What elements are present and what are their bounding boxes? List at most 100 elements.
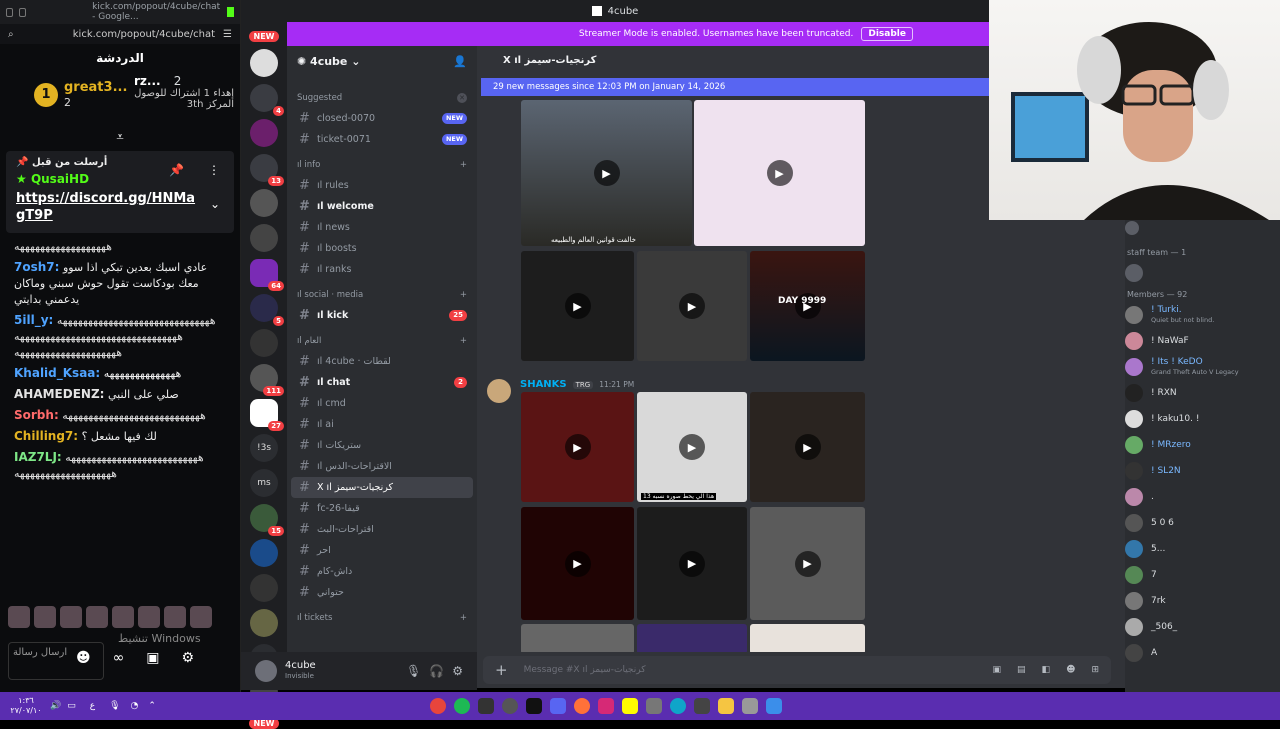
channel-item[interactable]: # fc-26-قيفا — [287, 498, 477, 519]
add-member-icon[interactable]: 👤 — [453, 55, 467, 68]
server-icon[interactable] — [250, 119, 278, 147]
server-icon[interactable] — [250, 329, 278, 357]
emote[interactable] — [190, 606, 212, 628]
server-icon[interactable] — [250, 224, 278, 252]
channel-item[interactable]: # داش-كام — [287, 561, 477, 582]
calculator-icon[interactable] — [693, 698, 710, 714]
server-icon-4cube[interactable]: 27 — [250, 399, 284, 431]
new-messages-bar[interactable]: 29 new messages since 12:03 PM on Januar… — [481, 78, 1001, 96]
chat-username[interactable]: AHAMEDENZ: — [14, 387, 104, 401]
author-avatar[interactable] — [487, 379, 511, 403]
discord-link[interactable]: https://discord.gg/HNMagT9P — [16, 190, 196, 224]
channel-item[interactable]: # ıl ranks — [287, 259, 477, 280]
member-item[interactable]: ! Its ! KeDO Grand Theft Auto V Legacy — [1125, 354, 1280, 380]
close-icon[interactable]: ✕ — [457, 93, 467, 103]
emote[interactable] — [138, 606, 160, 628]
volume-icon[interactable]: 🔊 — [50, 701, 61, 711]
infinity-icon[interactable]: ∞ — [113, 650, 125, 666]
start-icon[interactable] — [765, 698, 782, 714]
apps-icon[interactable]: ⊞ — [1091, 665, 1099, 675]
video-attachment[interactable]: ▶ — [750, 392, 865, 502]
server-icon[interactable]: 5 — [250, 294, 284, 326]
message-input[interactable]: + Message #X ıl كرنجيات-سيمز ▣ ▤ ◧ ☻ ⊞ — [483, 656, 1111, 684]
server-icon[interactable] — [250, 49, 278, 77]
add-attachment-icon[interactable]: + — [495, 661, 508, 679]
terminal-icon[interactable] — [525, 698, 542, 714]
video-attachment[interactable] — [637, 624, 747, 652]
emote[interactable] — [34, 606, 56, 628]
add-channel-icon[interactable]: + — [460, 336, 467, 346]
channel-item[interactable]: # اقتراحات-البث — [287, 519, 477, 540]
member-item[interactable]: ! SL2N — [1125, 458, 1280, 484]
channel-item[interactable]: # ticket-0071 NEW — [287, 129, 477, 150]
headphones-icon[interactable]: 🎧 — [429, 664, 444, 678]
category-social[interactable]: ıl social · media + — [287, 285, 477, 305]
video-attachment[interactable]: ▶ — [521, 507, 634, 620]
server-icon[interactable] — [250, 609, 278, 637]
server-icon[interactable]: 15 — [250, 504, 284, 536]
instagram-icon[interactable] — [597, 698, 614, 714]
server-icon[interactable]: 111 — [250, 364, 284, 396]
network-icon[interactable]: ◔ — [131, 701, 139, 711]
video-attachment[interactable]: ▶ — [521, 251, 634, 361]
app-icon[interactable] — [477, 698, 494, 714]
address-bar[interactable]: ⌕ kick.com/popout/4cube/chat ☰ — [0, 24, 240, 44]
snapchat-icon[interactable] — [621, 698, 638, 714]
video-attachment[interactable] — [521, 624, 634, 652]
more-icon[interactable]: ⋮ — [208, 163, 220, 177]
channel-item[interactable]: # ıl الاقتراحات-الدس — [287, 456, 477, 477]
channel-item[interactable]: # ıl welcome — [287, 196, 477, 217]
chevron-down-icon[interactable]: ⌄ — [210, 197, 220, 211]
video-attachment[interactable] — [750, 624, 865, 652]
emoji-icon[interactable]: ☻ — [1066, 665, 1075, 675]
channel-item[interactable]: # X ıl كرنجيات-سيمز — [291, 477, 473, 498]
member-item[interactable]: 7 — [1125, 562, 1280, 588]
channel-item[interactable]: # ıl chat 2 — [287, 372, 477, 393]
server-icon[interactable] — [250, 574, 278, 602]
microphone-icon[interactable]: 🎙 — [406, 664, 421, 678]
server-icon[interactable] — [250, 189, 278, 217]
member-item[interactable]: 5... — [1125, 536, 1280, 562]
user-avatar[interactable] — [255, 660, 277, 682]
app-icon[interactable] — [501, 698, 518, 714]
member-item[interactable]: ! Turki. Quiet but not blind. — [1125, 302, 1280, 328]
emote[interactable] — [164, 606, 186, 628]
add-channel-icon[interactable]: + — [460, 613, 467, 623]
video-attachment[interactable]: ▶ — [637, 507, 747, 620]
channel-item[interactable]: # ıl kick 25 — [287, 305, 477, 326]
add-channel-icon[interactable]: + — [460, 160, 467, 170]
emote[interactable] — [8, 606, 30, 628]
sticker-icon[interactable]: ◧ — [1042, 665, 1051, 675]
video-attachment[interactable]: ▶ — [637, 251, 747, 361]
disable-button[interactable]: Disable — [861, 27, 913, 41]
category-general[interactable]: ıl العام + — [287, 331, 477, 351]
video-attachment[interactable]: ▶ DAY 9999 — [750, 251, 865, 361]
member-item[interactable]: _506_ — [1125, 614, 1280, 640]
video-attachment[interactable]: ▶ خالفت قوانين العالم والطبيعه — [521, 100, 692, 246]
server-icon[interactable]: 64 — [250, 259, 284, 291]
chat-username[interactable]: Khalid_Ksaa: — [14, 366, 100, 380]
chat-username[interactable]: 5ill_y: — [14, 313, 53, 327]
channel-item[interactable]: # ıl rules — [287, 175, 477, 196]
settings-icon[interactable]: ☰ — [223, 29, 232, 40]
channel-item[interactable]: # احر — [287, 540, 477, 561]
member-item[interactable] — [1125, 220, 1280, 236]
server-icon[interactable]: ms — [250, 469, 278, 497]
emote[interactable] — [86, 606, 108, 628]
member-item[interactable]: 5 0 6 — [1125, 510, 1280, 536]
server-icon[interactable]: 4 — [250, 84, 284, 116]
add-channel-icon[interactable]: + — [460, 290, 467, 300]
member-item[interactable]: . — [1125, 484, 1280, 510]
video-attachment[interactable]: ▶ — [694, 100, 865, 246]
member-item[interactable]: ! MRzero — [1125, 432, 1280, 458]
chrome-icon[interactable] — [429, 698, 446, 714]
member-item[interactable]: 7rk — [1125, 588, 1280, 614]
edge-icon[interactable] — [669, 698, 686, 714]
category-info[interactable]: ıl info + — [287, 155, 477, 175]
member-item[interactable]: ! NaWaF — [1125, 328, 1280, 354]
discord-icon[interactable] — [549, 698, 566, 714]
channel-item[interactable]: # ıl cmd — [287, 393, 477, 414]
server-icon[interactable] — [250, 539, 278, 567]
language-indicator[interactable]: ع — [90, 701, 95, 711]
server-header[interactable]: ✺ 4cube ⌄ 👤 — [287, 46, 477, 76]
